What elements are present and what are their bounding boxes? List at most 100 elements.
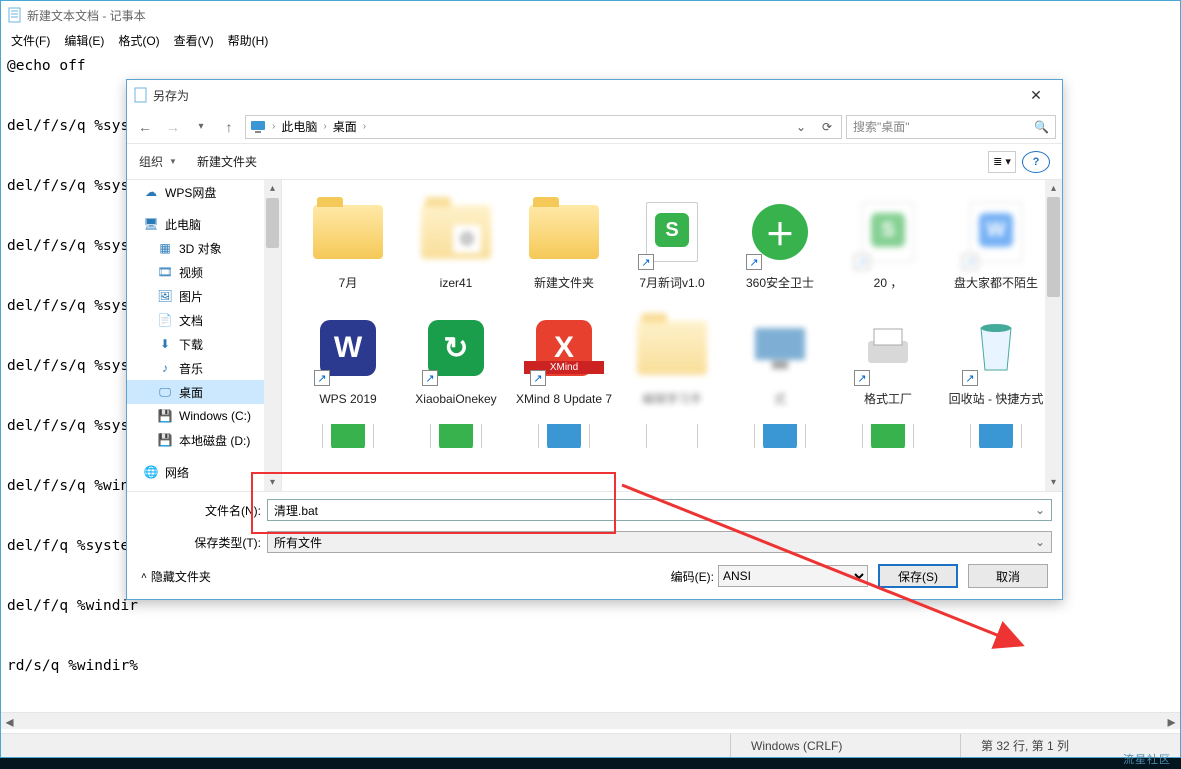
filetype-select[interactable]: 所有文件 ⌄ — [267, 531, 1052, 553]
sidebar-item-1[interactable]: 🖥此电脑 — [127, 212, 281, 236]
scroll-left-icon[interactable]: ◂ — [1, 713, 18, 730]
nav-up-icon[interactable]: ↑ — [217, 115, 241, 139]
nav-back-icon[interactable]: ← — [133, 115, 157, 139]
dialog-titlebar[interactable]: 另存为 ✕ — [127, 80, 1062, 110]
file-item[interactable] — [294, 420, 402, 452]
menu-view[interactable]: 查看(V) — [170, 32, 218, 49]
cancel-button[interactable]: 取消 — [968, 564, 1048, 588]
desktop-icon: 🖵 — [157, 384, 173, 400]
address-bar[interactable]: › 此电脑 › 桌面 › ⌄ ⟳ — [245, 115, 842, 139]
scrollbar-thumb[interactable] — [1047, 197, 1060, 297]
sidebar-item-9[interactable]: 💾Windows (C:) — [127, 404, 281, 428]
search-input[interactable]: 搜索"桌面" 🔍 — [846, 115, 1056, 139]
file-item[interactable] — [834, 420, 942, 452]
sidebar-item-8[interactable]: 🖵桌面 — [127, 380, 281, 404]
sidebar-item-6[interactable]: ⬇下载 — [127, 332, 281, 356]
sidebar[interactable]: ▴ ▾ ☁WPS网盘 🖥此电脑▦3D 对象🎞视频🖼图片📄文档⬇下载♪音乐🖵桌面💾W… — [127, 180, 282, 491]
sidebar-item-2[interactable]: ▦3D 对象 — [127, 236, 281, 260]
network-icon: 🌐 — [143, 464, 159, 480]
file-thumb: W↗ — [308, 308, 388, 388]
file-thumb — [524, 192, 604, 272]
sidebar-item-3[interactable]: 🎞视频 — [127, 260, 281, 284]
dialog-title: 另存为 — [153, 87, 189, 104]
chevron-right-icon[interactable]: › — [323, 121, 326, 132]
scroll-up-icon[interactable]: ▴ — [1045, 180, 1062, 197]
organize-button[interactable]: 组织 — [139, 153, 163, 170]
chevron-up-icon: ˄ — [141, 571, 147, 582]
chevron-down-icon[interactable]: ▼ — [169, 157, 177, 166]
file-item[interactable]: ⚙izer41 — [402, 188, 510, 304]
file-grid[interactable]: ▴ ▾ 7月⚙izer41新建文件夹S↗7月新词v1.0＋↗360安全卫士S↗ 2… — [282, 180, 1062, 491]
menu-edit[interactable]: 编辑(E) — [60, 32, 108, 49]
file-label: 20 ， — [834, 276, 942, 304]
chevron-right-icon[interactable]: › — [363, 121, 366, 132]
scroll-right-icon[interactable]: ▸ — [1163, 713, 1180, 730]
sidebar-item-11[interactable]: 🌐网络 — [127, 460, 281, 484]
sidebar-item-label: 下载 — [179, 336, 203, 353]
filegrid-scrollbar[interactable]: ▴ ▾ — [1045, 180, 1062, 491]
notepad-hscrollbar[interactable]: ◂ ▸ — [1, 712, 1180, 729]
file-item[interactable]: ↗回收站 - 快捷方式 — [942, 304, 1050, 420]
menu-format[interactable]: 格式(O) — [114, 32, 163, 49]
nav-recent-icon[interactable]: ▾ — [189, 115, 213, 139]
file-item[interactable]: S↗7月新词v1.0 — [618, 188, 726, 304]
sidebar-item-label: 此电脑 — [165, 216, 201, 233]
shortcut-icon: ↗ — [638, 254, 654, 270]
search-icon[interactable]: 🔍 — [1034, 120, 1049, 134]
file-thumb: ⚙ — [416, 192, 496, 272]
menu-help[interactable]: 帮助(H) — [224, 32, 273, 49]
notepad-menubar[interactable]: 文件(F) 编辑(E) 格式(O) 查看(V) 帮助(H) — [1, 29, 1180, 51]
file-thumb — [308, 192, 388, 272]
view-mode-button[interactable]: ≣ ▾ — [988, 151, 1016, 173]
cloud-icon: ☁ — [143, 184, 159, 200]
file-thumb: S↗ — [848, 192, 928, 272]
sidebar-item-0[interactable]: ☁WPS网盘 — [127, 180, 281, 204]
chevron-down-icon[interactable]: ⌄ — [1035, 535, 1045, 549]
scroll-down-icon[interactable]: ▾ — [264, 474, 281, 491]
file-item[interactable] — [510, 420, 618, 452]
sidebar-item-10[interactable]: 💾本地磁盘 (D:) — [127, 428, 281, 452]
help-icon[interactable]: ? — [1022, 151, 1050, 173]
chevron-right-icon[interactable]: › — [272, 121, 275, 132]
breadcrumb-desktop[interactable]: 桌面 — [333, 118, 357, 135]
new-folder-button[interactable]: 新建文件夹 — [197, 153, 257, 170]
file-item[interactable] — [942, 420, 1050, 452]
file-item[interactable] — [402, 420, 510, 452]
scroll-down-icon[interactable]: ▾ — [1045, 474, 1062, 491]
addr-dropdown-icon[interactable]: ⌄ — [791, 120, 811, 134]
dialog-body: ▴ ▾ ☁WPS网盘 🖥此电脑▦3D 对象🎞视频🖼图片📄文档⬇下载♪音乐🖵桌面💾W… — [127, 180, 1062, 491]
file-item[interactable]: 式 — [726, 304, 834, 420]
file-item[interactable]: ↻↗XiaobaiOnekey — [402, 304, 510, 420]
file-item[interactable]: W↗WPS 2019 — [294, 304, 402, 420]
shortcut-icon: ↗ — [854, 254, 870, 270]
close-button[interactable]: ✕ — [1016, 81, 1056, 109]
filename-input[interactable]: 清理.bat ⌄ — [267, 499, 1052, 521]
dialog-icon — [133, 87, 149, 103]
notepad-icon — [7, 7, 23, 23]
file-item[interactable]: XXMind↗XMind 8 Update 7 — [510, 304, 618, 420]
save-button[interactable]: 保存(S) — [878, 564, 958, 588]
file-item[interactable] — [726, 420, 834, 452]
chevron-down-icon[interactable]: ⌄ — [1035, 503, 1045, 517]
sidebar-item-4[interactable]: 🖼图片 — [127, 284, 281, 308]
sidebar-item-label: 视频 — [179, 264, 203, 281]
sidebar-item-7[interactable]: ♪音乐 — [127, 356, 281, 380]
encoding-select[interactable]: ANSI — [718, 565, 868, 587]
shortcut-icon: ↗ — [854, 370, 870, 386]
file-item[interactable]: 7月 — [294, 188, 402, 304]
menu-file[interactable]: 文件(F) — [7, 32, 54, 49]
sidebar-scrollbar[interactable]: ▴ ▾ — [264, 180, 281, 491]
breadcrumb-pc[interactable]: 此电脑 — [281, 118, 317, 135]
file-item[interactable]: ＋↗360安全卫士 — [726, 188, 834, 304]
file-item[interactable]: 编辑学习手 — [618, 304, 726, 420]
file-item[interactable]: W↗盘大家都不陌生 — [942, 188, 1050, 304]
sidebar-item-5[interactable]: 📄文档 — [127, 308, 281, 332]
file-item[interactable] — [618, 420, 726, 452]
file-item[interactable]: ↗格式工厂 — [834, 304, 942, 420]
file-item[interactable]: 新建文件夹 — [510, 188, 618, 304]
scrollbar-thumb[interactable] — [266, 198, 279, 248]
hide-folders-button[interactable]: ˄ 隐藏文件夹 — [141, 568, 211, 585]
file-item[interactable]: S↗ 20 ， — [834, 188, 942, 304]
scroll-up-icon[interactable]: ▴ — [264, 180, 281, 197]
refresh-icon[interactable]: ⟳ — [817, 120, 837, 134]
